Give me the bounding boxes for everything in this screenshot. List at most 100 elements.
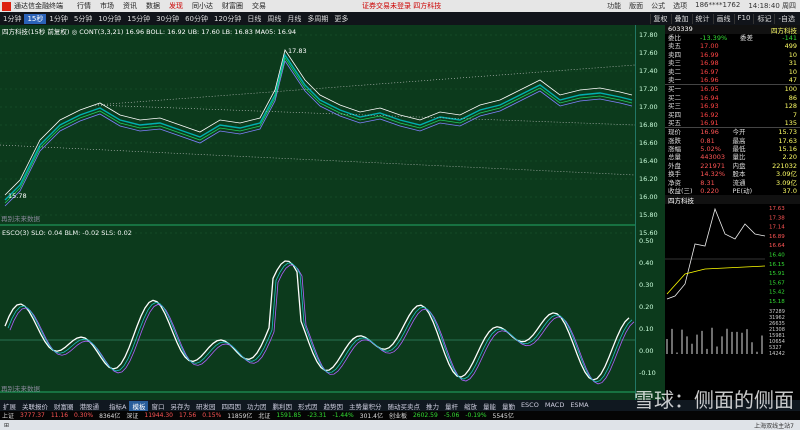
stat-row-5: 换手 14.32% 股本 3.09亿: [665, 170, 800, 178]
nav-right-1[interactable]: 叠加: [671, 14, 692, 24]
mini-axis-label: 16.15: [769, 262, 785, 268]
indicator-tab-18[interactable]: MACD: [542, 401, 567, 411]
y-tick-main: 16.20: [639, 175, 658, 183]
title-right-0[interactable]: 功能: [607, 1, 621, 11]
indicator-tab-15[interactable]: 量能: [480, 401, 499, 411]
indicator-left-1[interactable]: 关联报价: [19, 401, 51, 411]
stat-row-0: 现价 16.96 今开 15.73: [665, 128, 800, 136]
y-tick-main: 17.40: [639, 67, 658, 75]
indicator-tab-17[interactable]: ESCO: [518, 401, 542, 411]
nav-right-0[interactable]: 复权: [650, 14, 671, 24]
nav-right-6[interactable]: -自选: [774, 14, 798, 24]
status-amt-1: 11859亿: [227, 411, 252, 420]
indicator-tab-14[interactable]: 缩放: [461, 401, 480, 411]
indicator-tab-4[interactable]: 研发园: [193, 401, 219, 411]
period-tab-0[interactable]: 1分钟: [0, 14, 24, 24]
indicator-tab-19[interactable]: ESMA: [567, 401, 591, 411]
ask-row-4-volume: 47: [740, 76, 797, 84]
start-icon[interactable]: ⊞: [4, 422, 9, 429]
stat-val2: 15.16: [765, 145, 797, 153]
menu-item-2[interactable]: 资讯: [123, 2, 137, 10]
mini-chart[interactable]: 17.63 17.38 17.14 16.89 16.64 16.40 16.15 15.91…: [665, 204, 800, 358]
bid-row-1: 买二 16.94 86: [665, 94, 800, 102]
indicator-tab-2[interactable]: 窗口: [148, 401, 167, 411]
period-tab-5[interactable]: 15分钟: [124, 14, 153, 24]
trend-line-lower: [0, 145, 635, 175]
period-tab-9[interactable]: 日线: [244, 14, 264, 24]
period-tab-2[interactable]: 1分钟: [46, 14, 70, 24]
title-right-3[interactable]: 选项: [673, 1, 687, 11]
stat-row-7: 收益(三) 0.220 PE(动) 37.0: [665, 187, 800, 195]
title-right-1[interactable]: 版面: [629, 1, 643, 11]
indicator-tab-9[interactable]: 趋势因: [320, 401, 346, 411]
menu-item-4[interactable]: 发现: [169, 2, 183, 10]
indicator-tab-1[interactable]: 模板: [129, 401, 148, 411]
ask-row-3-price: 16.97: [700, 68, 740, 76]
ask-row-0-price: 17.00: [700, 42, 740, 50]
stat-key: 涨跌: [668, 137, 700, 145]
indicator-tab-10[interactable]: 主势量积分: [346, 401, 385, 411]
indicator-left-3[interactable]: 港股通: [77, 401, 103, 411]
status-chg-3: -5.06: [444, 412, 460, 419]
menu-item-5[interactable]: 同小达: [192, 2, 213, 10]
bid-row-2-label: 买三: [668, 102, 700, 110]
period-tab-13[interactable]: 更多: [331, 14, 351, 24]
title-right-2[interactable]: 公式: [651, 1, 665, 11]
nav-right-2[interactable]: 统计: [692, 14, 713, 24]
watermark: 雪球：侧面的侧面: [634, 384, 794, 413]
menu-item-1[interactable]: 市场: [100, 2, 114, 10]
mini-price-line: [667, 209, 765, 299]
ask-row-2-volume: 31: [740, 59, 797, 67]
indicator-tab-6[interactable]: 功力因: [244, 401, 270, 411]
indicator-tab-13[interactable]: 量杆: [442, 401, 461, 411]
indicator-tab-11[interactable]: 随动买卖点: [384, 401, 423, 411]
indicator-tab-7[interactable]: 鹏利因: [269, 401, 295, 411]
status-pct-2: -1.44%: [333, 412, 354, 419]
title-right-5[interactable]: 14:18:40 周四: [748, 1, 796, 11]
ask-row-1-volume: 10: [740, 51, 797, 59]
period-tab-3[interactable]: 5分钟: [71, 14, 95, 24]
status-val-3: 2602.59: [413, 412, 438, 419]
login-notice[interactable]: 证券交易未登录 四方科技: [362, 1, 441, 11]
menu-item-6[interactable]: 财富圈: [222, 2, 243, 10]
period-tab-12[interactable]: 多周期: [304, 14, 331, 24]
mini-avg-line: [667, 266, 765, 294]
period-tab-6[interactable]: 30分钟: [153, 14, 182, 24]
ask-row-3: 卖二 16.97 10: [665, 68, 800, 76]
period-tab-8[interactable]: 120分钟: [211, 14, 244, 24]
nav-right-3[interactable]: 画线: [713, 14, 734, 24]
y-tick-sub: 0.20: [639, 303, 653, 311]
future-note-main: 再别未来数据: [1, 213, 40, 223]
stat-val2: 2.20: [765, 153, 797, 161]
mini-axis-label: 17.38: [769, 216, 785, 222]
period-tab-4[interactable]: 10分钟: [95, 14, 124, 24]
stat-key: 收益(三): [668, 187, 700, 195]
status-val-0: 3777.37: [20, 412, 45, 419]
stat-val: 0.81: [700, 137, 732, 145]
indicator-left-2[interactable]: 财富圈: [51, 401, 77, 411]
period-tab-1[interactable]: 15秒: [24, 14, 46, 24]
indicator-left-0[interactable]: 扩展: [0, 401, 19, 411]
stat-row-4: 外盘 221971 内盘 221032: [665, 162, 800, 170]
app-title: 通达信金融终端: [14, 1, 63, 11]
menu-item-7[interactable]: 交易: [252, 2, 266, 10]
menu-item-0[interactable]: 行情: [77, 2, 91, 10]
indicator-tab-8[interactable]: 形式因: [295, 401, 321, 411]
period-tab-10[interactable]: 周线: [264, 14, 284, 24]
title-right-4[interactable]: 186****1762: [695, 1, 740, 11]
bid-row-2-price: 16.93: [700, 102, 740, 110]
menu-item-3[interactable]: 数据: [146, 2, 160, 10]
period-tab-11[interactable]: 月线: [284, 14, 304, 24]
y-tick-sub: 0.50: [639, 237, 653, 245]
chart-area[interactable]: 四方科技(15秒 前复权) ◎ CONT(3,3,21) 16.96 BOLL:…: [0, 25, 635, 400]
indicator-tab-16[interactable]: 量勤: [499, 401, 518, 411]
title-bar: 通达信金融终端 行情 市场 资讯 数据 发现 同小达 财富圈 交易 证券交易未登录 四方科技 …: [0, 0, 800, 12]
indicator-tab-3[interactable]: 另存为: [167, 401, 193, 411]
indicator-tab-5[interactable]: 四四因: [218, 401, 244, 411]
indicator-tab-0[interactable]: 指标A: [106, 401, 129, 411]
indicator-tab-12[interactable]: 推力: [423, 401, 442, 411]
nav-right-5[interactable]: 标记: [753, 14, 774, 24]
nav-right-4[interactable]: F10: [734, 14, 754, 24]
period-tab-7[interactable]: 60分钟: [182, 14, 211, 24]
ask-row-2: 卖三 16.98 31: [665, 59, 800, 67]
